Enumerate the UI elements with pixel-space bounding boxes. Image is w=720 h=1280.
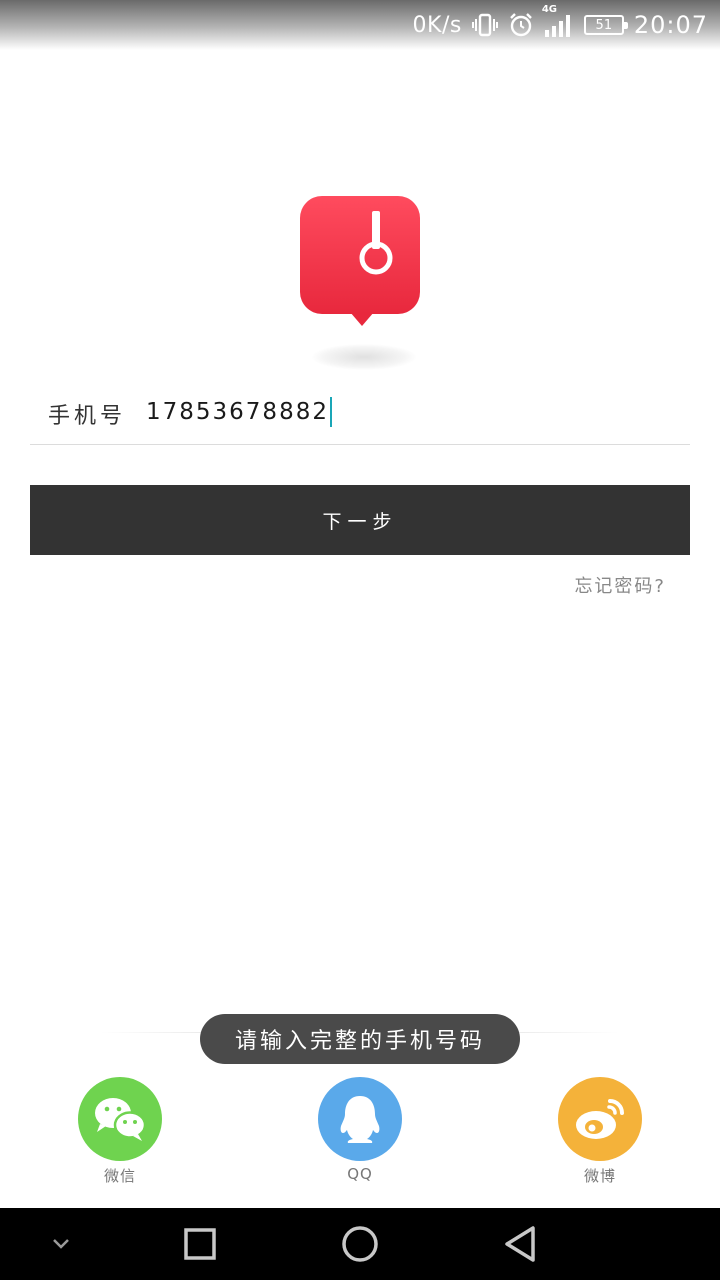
cell-signal-icon: 4G <box>542 4 574 38</box>
square-recent-icon[interactable] <box>175 1220 225 1268</box>
status-indicators: 0K/s 4G 51 20:07 <box>412 4 708 42</box>
next-step-button[interactable]: 下一步 <box>30 485 690 555</box>
wechat-label: 微信 <box>103 1167 136 1185</box>
phone-input-value: 17853678882 <box>146 399 329 425</box>
chevron-down-icon[interactable] <box>36 1220 86 1268</box>
weibo-login-button[interactable]: 微博 <box>558 1077 642 1186</box>
weibo-label: 微博 <box>583 1167 616 1185</box>
circle-home-icon[interactable] <box>335 1220 385 1268</box>
phone-number-row[interactable]: 手机号 17853678882 <box>30 388 690 445</box>
text-cursor <box>329 397 332 427</box>
login-screen: 0K/s 4G 51 20:07 手机号 17853678882 下一步 忘记密… <box>0 0 720 1280</box>
status-bar: 0K/s 4G 51 20:07 <box>0 0 720 50</box>
qq-login-button[interactable]: QQ <box>318 1077 402 1183</box>
toast-message: 请输入完整的手机号码 <box>200 1014 520 1064</box>
logo-shadow <box>312 344 416 370</box>
vibrate-icon <box>471 13 498 37</box>
wechat-icon[interactable] <box>78 1077 162 1161</box>
phone-label: 手机号 <box>48 404 127 429</box>
system-nav-bar <box>0 1208 720 1280</box>
wechat-login-button[interactable]: 微信 <box>78 1077 162 1186</box>
battery-level: 51 <box>595 17 613 33</box>
battery-icon: 51 <box>583 15 628 35</box>
clock: 20:07 <box>633 11 708 39</box>
phone-input[interactable]: 17853678882 <box>146 392 332 432</box>
network-type: 4G <box>541 4 557 15</box>
app-logo <box>300 196 420 328</box>
qq-label: QQ <box>347 1165 373 1183</box>
qq-icon[interactable] <box>318 1077 402 1161</box>
alarm-icon <box>508 12 534 38</box>
forgot-password-link[interactable]: 忘记密码? <box>574 572 666 598</box>
triangle-back-icon[interactable] <box>495 1220 545 1268</box>
weibo-icon[interactable] <box>558 1077 642 1161</box>
network-speed: 0K/s <box>412 12 462 38</box>
